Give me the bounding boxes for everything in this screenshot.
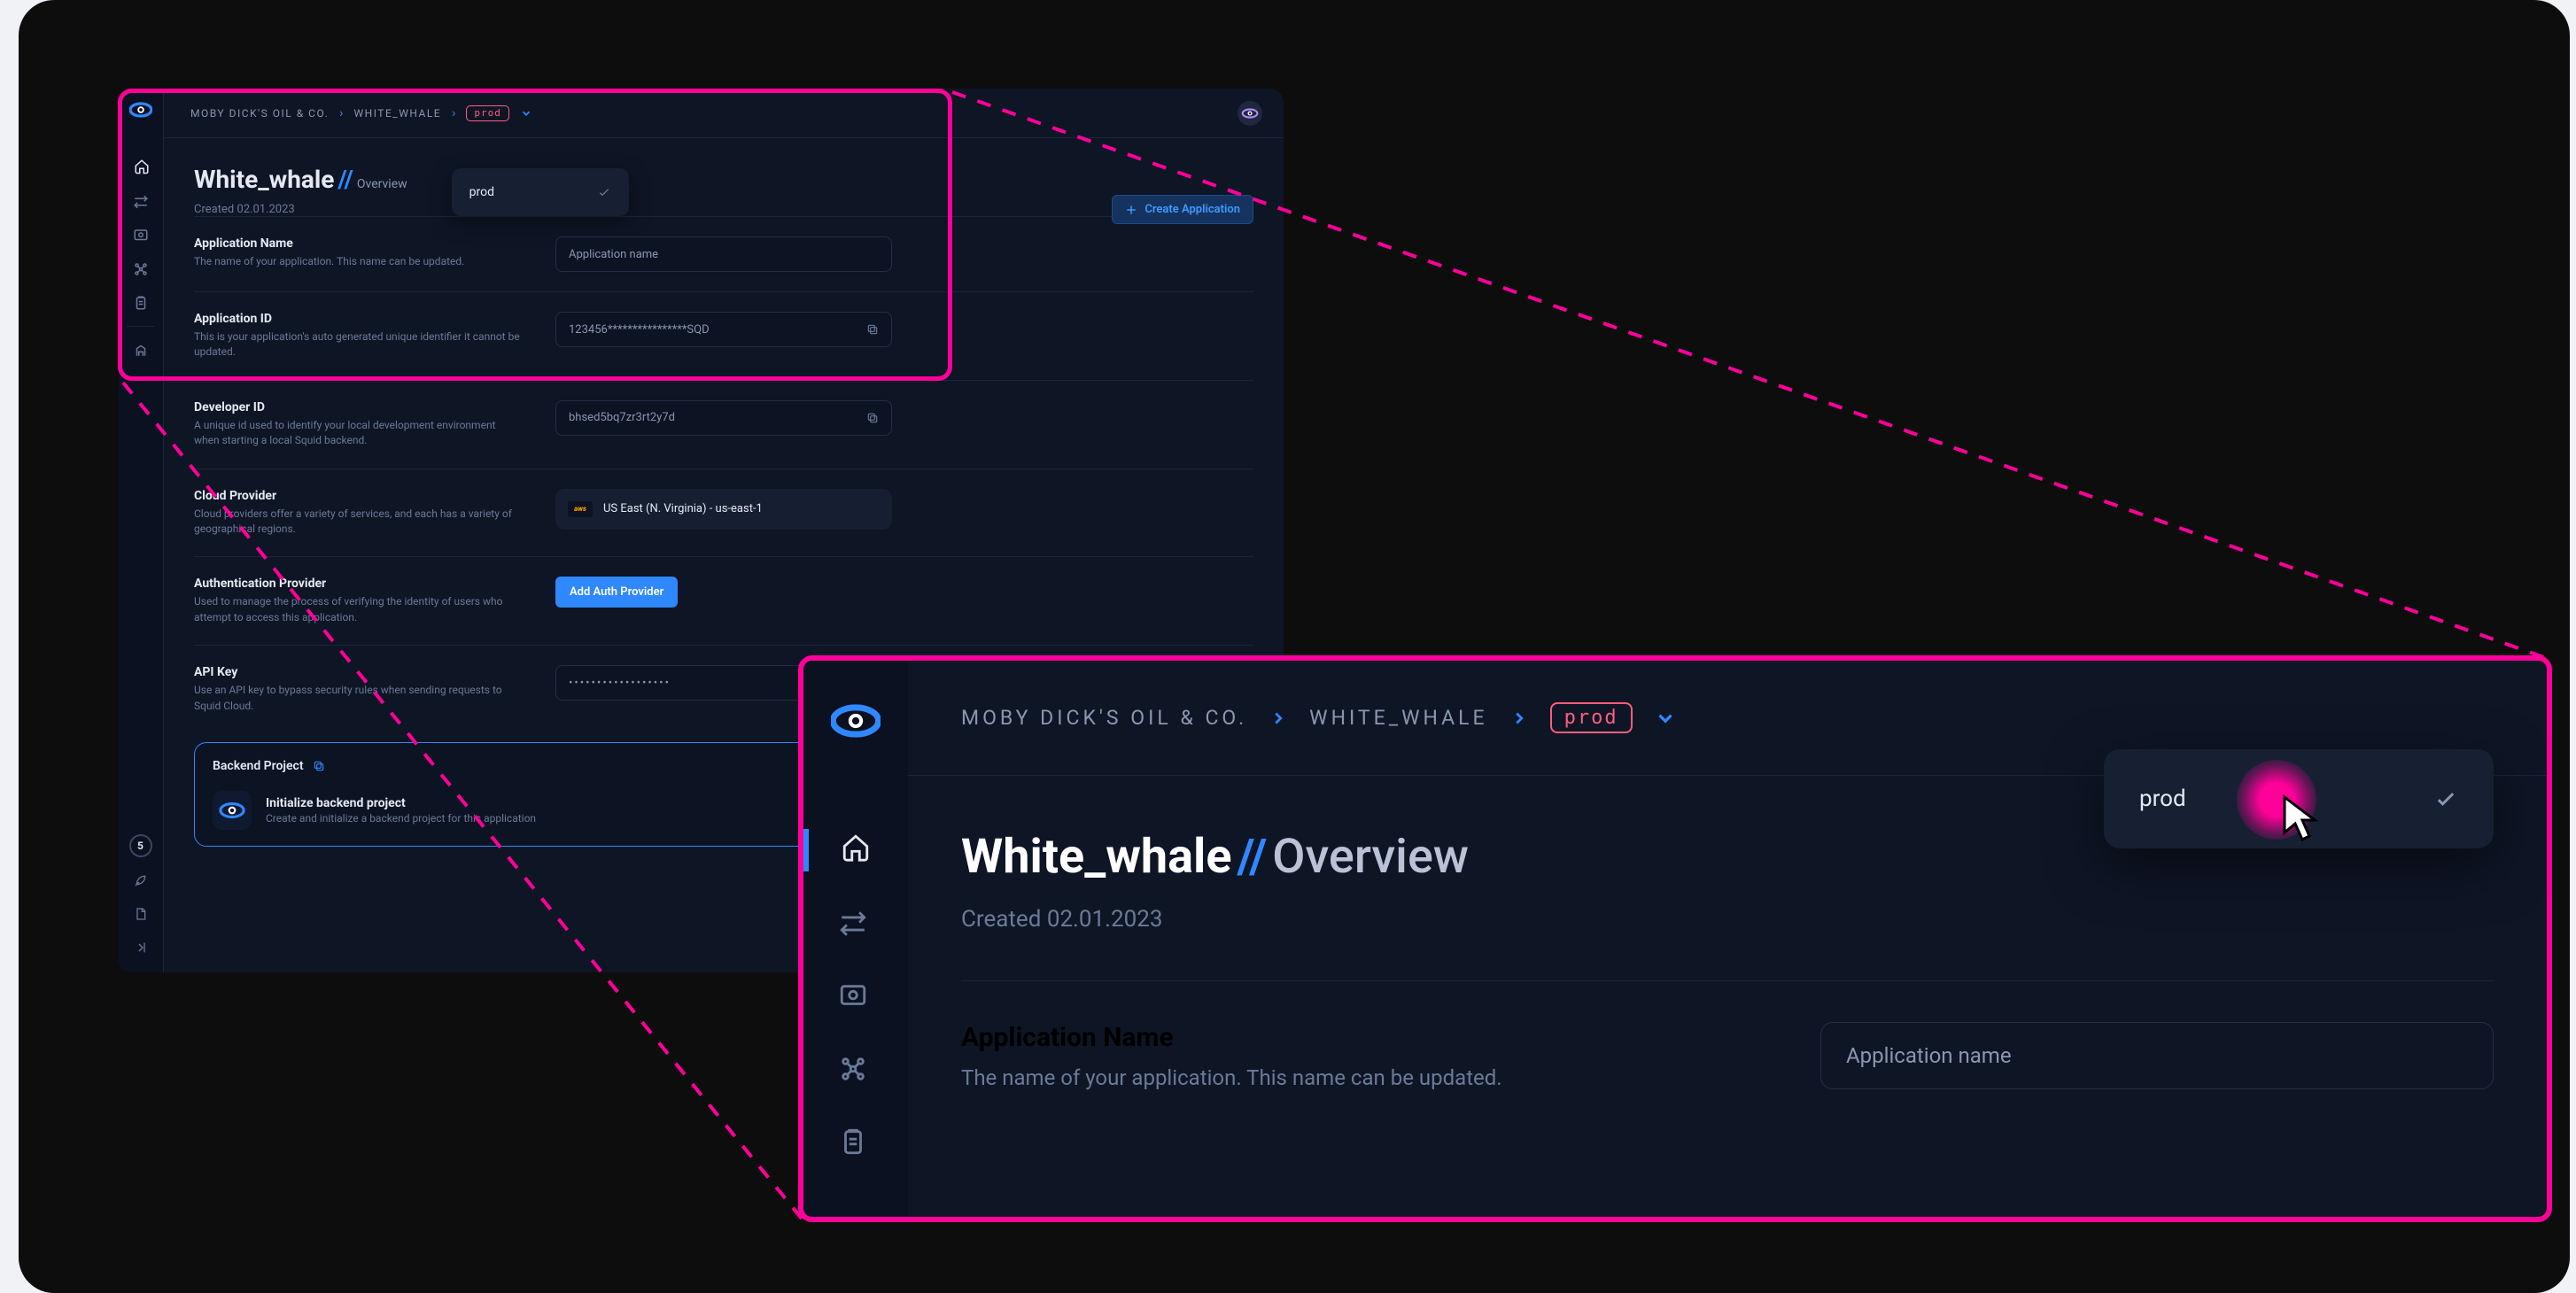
cursor-icon: [2279, 794, 2322, 843]
create-application-button[interactable]: Create Application: [1112, 195, 1253, 224]
nav-docs-icon[interactable]: [130, 903, 151, 925]
env-dropdown-value: prod: [2139, 786, 2186, 812]
section-auth: Authentication Provider Used to manage t…: [194, 556, 1253, 645]
chevron-right-icon: [1269, 708, 1288, 728]
canvas-background: 5 MOBY DICK'S OIL & CO. › WHITE_WHALE › …: [19, 0, 2570, 1293]
sidebar-count-badge[interactable]: 5: [129, 834, 152, 857]
desc-dev-id: A unique id used to identify your local …: [194, 418, 522, 449]
nav-home-icon[interactable]: [841, 832, 876, 868]
backend-heading: Backend Project: [213, 759, 304, 773]
zoom-source-rectangle: [118, 89, 952, 381]
label-app-name: Application Name: [961, 1022, 1688, 1053]
chevron-down-icon[interactable]: [1654, 707, 1677, 730]
label-dev-id: Developer ID: [194, 400, 555, 414]
backend-logo-icon: [213, 791, 252, 830]
label-cloud: Cloud Provider: [194, 489, 555, 503]
desc-apikey: Use an API key to bypass security rules …: [194, 683, 522, 714]
zoom-main: White_whale//Overview Created 02.01.2023…: [908, 776, 2547, 1217]
nav-clipboard-icon[interactable]: [838, 1127, 873, 1162]
backend-init-title: Initialize backend project: [266, 796, 536, 810]
section-app-name: Application Name The name of your applic…: [961, 980, 2494, 1094]
value-apikey: ••••••••••••••••••: [569, 677, 671, 690]
desc-app-name: The name of your application. This name …: [961, 1062, 1563, 1094]
zoom-panel: MOBY DICK'S OIL & CO. WHITE_WHALE prod W…: [798, 655, 2552, 1222]
desc-cloud: Cloud providers offer a variety of servi…: [194, 507, 522, 538]
title-separator: //: [1232, 829, 1273, 885]
field-dev-id: bhsed5bq7zr3rt2y7d: [555, 400, 892, 436]
section-dev-id: Developer ID A unique id used to identif…: [194, 380, 1253, 468]
cloud-region-text: US East (N. Virginia) - us-east-1: [603, 502, 763, 515]
nav-rocket-icon[interactable]: [130, 870, 151, 891]
nav-collapse-icon[interactable]: [130, 937, 151, 958]
check-icon: [2433, 786, 2458, 811]
aws-logo-icon: aws: [568, 501, 593, 517]
logo-icon: [831, 696, 881, 746]
label-auth: Authentication Provider: [194, 577, 555, 591]
copy-icon[interactable]: [866, 412, 879, 424]
backend-init-sub: Create and initialize a backend project …: [266, 812, 536, 825]
zoom-sidebar: [803, 661, 908, 1217]
title-page-name: Overview: [1272, 829, 1469, 885]
breadcrumb-app[interactable]: WHITE_WHALE: [1309, 706, 1487, 730]
nav-graph-icon[interactable]: [838, 1054, 873, 1089]
input-app-name[interactable]: Application name: [1820, 1022, 2494, 1089]
env-tag[interactable]: prod: [1550, 702, 1633, 733]
input-app-name-placeholder: Application name: [1846, 1043, 2012, 1068]
created-date: Created 02.01.2023: [961, 906, 2494, 933]
breadcrumb-org[interactable]: MOBY DICK'S OIL & CO.: [961, 706, 1247, 730]
chevron-right-icon: [1509, 708, 1529, 728]
section-cloud: Cloud Provider Cloud providers offer a v…: [194, 468, 1253, 557]
label-apikey: API Key: [194, 665, 555, 679]
badge-number: 5: [137, 840, 144, 852]
create-app-label: Create Application: [1144, 203, 1240, 216]
copy-icon[interactable]: [313, 760, 325, 772]
add-auth-button[interactable]: Add Auth Provider: [555, 577, 678, 608]
env-dropdown[interactable]: prod: [2104, 749, 2494, 848]
nav-transfer-icon[interactable]: [838, 909, 873, 944]
desc-auth: Used to manage the process of verifying …: [194, 594, 522, 625]
value-dev-id: bhsed5bq7zr3rt2y7d: [569, 411, 675, 424]
avatar[interactable]: [1238, 101, 1262, 126]
nav-display-icon[interactable]: [838, 981, 873, 1017]
title-app-name: White_whale: [961, 829, 1232, 885]
plus-icon: [1125, 204, 1137, 216]
cloud-region-pill: aws US East (N. Virginia) - us-east-1: [555, 489, 892, 530]
